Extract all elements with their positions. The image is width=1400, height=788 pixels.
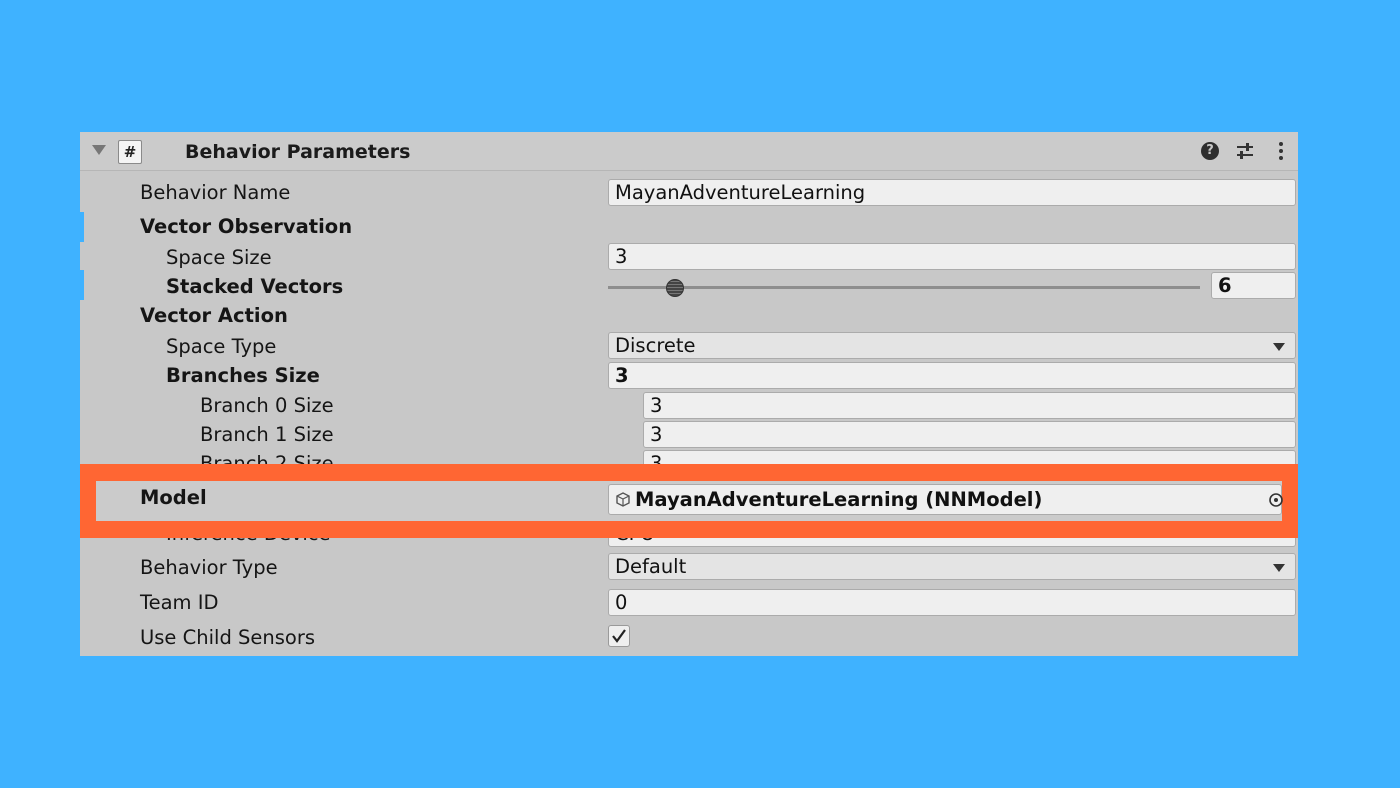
- component-header[interactable]: # Behavior Parameters ?: [80, 132, 1298, 171]
- component-title: Behavior Parameters: [185, 141, 411, 163]
- behavior-type-label: Behavior Type: [140, 556, 278, 579]
- branches-size-label: Branches Size: [166, 364, 320, 387]
- inspector-panel: # Behavior Parameters ? Behavior Name Ma…: [80, 132, 1298, 656]
- stacked-vectors-input[interactable]: 6: [1211, 272, 1296, 299]
- behavior-type-dropdown[interactable]: Default: [608, 553, 1296, 580]
- branch-0-size-label: Branch 0 Size: [200, 394, 334, 417]
- behavior-name-input[interactable]: MayanAdventureLearning: [608, 179, 1296, 206]
- space-type-value: Discrete: [615, 334, 696, 357]
- branch-1-size-label: Branch 1 Size: [200, 423, 334, 446]
- vector-action-heading[interactable]: Vector Action: [140, 303, 288, 329]
- vector-observation-heading[interactable]: Vector Observation: [140, 214, 352, 240]
- script-icon: #: [118, 140, 142, 164]
- row-highlight-mark: [80, 212, 84, 242]
- help-icon[interactable]: ?: [1201, 142, 1219, 160]
- row-highlight-mark: [80, 270, 84, 300]
- space-type-label: Space Type: [166, 335, 277, 358]
- stacked-vectors-slider[interactable]: [608, 286, 1200, 289]
- model-row: Model MayanAdventureLearning (NNModel): [96, 481, 1283, 521]
- use-child-sensors-checkbox[interactable]: [608, 625, 630, 647]
- team-id-input[interactable]: 0: [608, 589, 1296, 616]
- dropdown-arrow-icon: [1273, 564, 1285, 572]
- object-picker-icon[interactable]: [1267, 491, 1283, 509]
- branch-0-size-input[interactable]: 3: [643, 392, 1296, 419]
- space-type-dropdown[interactable]: Discrete: [608, 332, 1296, 359]
- branches-size-input[interactable]: 3: [608, 362, 1296, 389]
- more-vert-icon[interactable]: [1270, 140, 1292, 162]
- behavior-type-value: Default: [615, 555, 687, 578]
- model-object-field[interactable]: MayanAdventureLearning (NNModel): [608, 484, 1283, 515]
- behavior-name-label: Behavior Name: [140, 181, 291, 204]
- dropdown-arrow-icon: [1273, 343, 1285, 351]
- model-value: MayanAdventureLearning (NNModel): [635, 488, 1043, 511]
- branch-1-size-input[interactable]: 3: [643, 421, 1296, 448]
- space-size-label: Space Size: [166, 246, 272, 269]
- stacked-vectors-label: Stacked Vectors: [166, 275, 344, 298]
- use-child-sensors-label: Use Child Sensors: [140, 626, 316, 649]
- nn-model-asset-icon: [616, 492, 630, 507]
- checkmark-icon: [612, 629, 626, 643]
- slider-thumb[interactable]: [666, 279, 684, 297]
- preset-sliders-icon[interactable]: [1234, 140, 1256, 162]
- team-id-label: Team ID: [140, 591, 219, 614]
- foldout-arrow-icon[interactable]: [92, 145, 106, 155]
- model-label: Model: [140, 486, 207, 509]
- space-size-input[interactable]: 3: [608, 243, 1296, 270]
